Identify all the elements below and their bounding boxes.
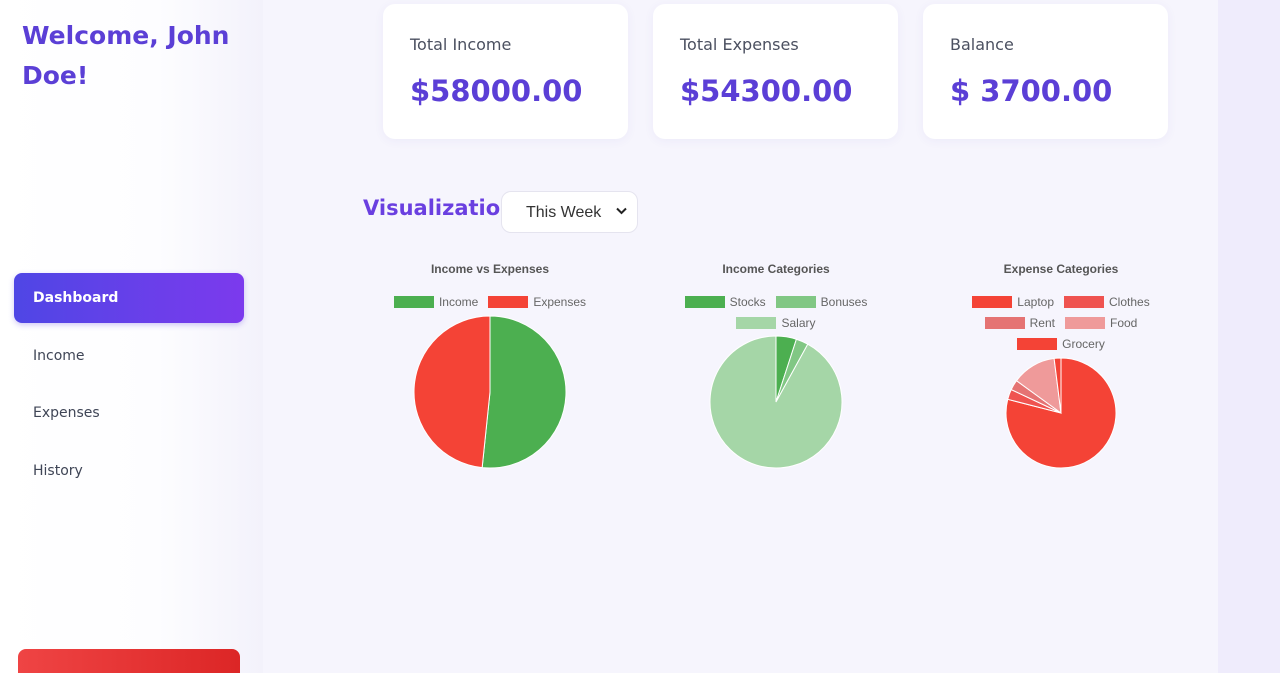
sidebar: Welcome, John Doe! Dashboard Income Expe… — [0, 0, 263, 673]
card-title: Total Income — [410, 35, 512, 54]
period-select[interactable]: This Week — [501, 191, 638, 233]
pie-chart — [1005, 357, 1117, 469]
pie-slice-income[interactable] — [481, 315, 567, 469]
card-value: $54300.00 — [680, 74, 853, 108]
visualization-heading: Visualization — [363, 196, 516, 220]
card-value: $ 3700.00 — [950, 74, 1113, 108]
pie-slice-salary[interactable] — [709, 335, 843, 469]
welcome-heading: Welcome, John Doe! — [22, 21, 230, 90]
pie-chart — [709, 335, 843, 469]
sidebar-item-dashboard[interactable]: Dashboard — [14, 273, 244, 323]
income-vs-expenses-chart: Income vs Expenses Income Expenses — [375, 260, 605, 480]
sidebar-nav: Dashboard Income Expenses History — [14, 273, 244, 503]
pie-chart — [413, 315, 567, 469]
period-select-value: This Week — [526, 204, 602, 221]
card-title: Balance — [950, 35, 1014, 54]
balance-card: Balance $ 3700.00 — [923, 4, 1168, 139]
pie-slice-expenses[interactable] — [413, 315, 491, 469]
sidebar-item-expenses[interactable]: Expenses — [14, 388, 244, 438]
card-value: $58000.00 — [410, 74, 583, 108]
total-expenses-card: Total Expenses $54300.00 — [653, 4, 898, 139]
sidebar-item-history[interactable]: History — [14, 446, 244, 496]
sidebar-item-income[interactable]: Income — [14, 331, 244, 381]
chevron-down-icon — [616, 207, 627, 215]
logout-button[interactable]: Logout — [18, 649, 240, 673]
right-gutter — [1218, 0, 1280, 673]
card-title: Total Expenses — [680, 35, 799, 54]
app: Welcome, John Doe! Dashboard Income Expe… — [0, 0, 1280, 673]
total-income-card: Total Income $58000.00 — [383, 4, 628, 139]
expense-categories-chart: Expense Categories Laptop Clothes Rent Food… — [946, 260, 1176, 480]
income-categories-chart: Income Categories Stocks Bonuses Salary — [661, 260, 891, 480]
